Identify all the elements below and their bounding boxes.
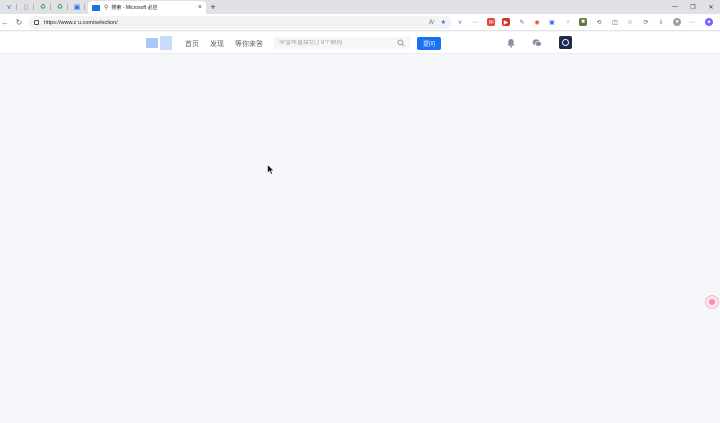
- split-screen-icon[interactable]: ◫: [611, 18, 619, 26]
- site-info-icon[interactable]: [34, 20, 39, 25]
- extension-puzzle-icon[interactable]: ⟲: [595, 18, 603, 26]
- read-aloud-icon[interactable]: A⁾: [429, 19, 434, 26]
- window-close-icon[interactable]: ✕: [703, 2, 719, 12]
- nav-discover[interactable]: 发现: [210, 39, 224, 49]
- profile-avatar-icon[interactable]: ●: [673, 18, 681, 26]
- search-icon[interactable]: [397, 39, 405, 47]
- pinned-tab-recycle-icon[interactable]: ♻: [36, 2, 51, 12]
- nav-waiting-answers[interactable]: 等你来答: [235, 39, 263, 49]
- active-browser-tab[interactable]: ⚲ 搜索 - Microsoft 必应 ×: [88, 1, 206, 14]
- pinned-tab-vpn-icon[interactable]: ⋎: [2, 2, 17, 12]
- extension-blue-icon[interactable]: ▣: [548, 18, 556, 26]
- site-logo[interactable]: [146, 36, 172, 50]
- history-icon[interactable]: ⟳: [642, 18, 650, 26]
- extension-chrome-icon[interactable]: ◉: [533, 18, 541, 26]
- favorite-star-icon[interactable]: ★: [441, 19, 446, 26]
- ask-question-button[interactable]: 提问: [417, 37, 441, 50]
- browser-tab-strip: ⋎ ▯ ♻ ♻ ▣ ⚲ 搜索 - Microsoft 必应 × + — ❐ ✕: [0, 0, 720, 14]
- address-bar[interactable]: https://www.z u.com/selection/ A⁾ ★: [28, 16, 452, 29]
- tab-search-icon: ⚲: [104, 5, 109, 11]
- nav-home[interactable]: 首页: [185, 39, 199, 49]
- pinned-tab-green-icon[interactable]: ♻: [53, 2, 68, 12]
- address-url[interactable]: https://www.z u.com/selection/: [44, 20, 423, 26]
- site-header: 首页 发现 等你来答 提问: [0, 32, 720, 54]
- browser-toolbar: ← ↻ https://www.z u.com/selection/ A⁾ ★ …: [0, 14, 720, 31]
- extensions-overflow-icon[interactable]: ⋯: [471, 18, 479, 26]
- back-arrow-icon[interactable]: ←: [0, 17, 10, 27]
- settings-menu-icon[interactable]: ⋯: [688, 18, 696, 26]
- extension-pen-icon[interactable]: ✎: [518, 18, 526, 26]
- main-content-area: [0, 55, 720, 423]
- extension-red-icon[interactable]: ✉: [487, 18, 495, 26]
- restore-icon[interactable]: ❐: [685, 2, 701, 12]
- tab-close-icon[interactable]: ×: [198, 4, 202, 11]
- mouse-cursor-icon: [267, 164, 275, 175]
- new-tab-button[interactable]: +: [208, 1, 218, 13]
- pinned-tab-calendar-icon[interactable]: ▣: [70, 2, 85, 12]
- avatar-moon-icon: [562, 39, 569, 46]
- tab-favicon-icon: [92, 4, 100, 11]
- refresh-icon[interactable]: ↻: [14, 17, 24, 27]
- minimize-icon[interactable]: —: [667, 2, 683, 12]
- extension-vpn-icon[interactable]: ⋎: [456, 18, 464, 26]
- user-avatar[interactable]: [559, 36, 572, 49]
- assistant-flower-icon: [709, 299, 715, 305]
- favorites-icon[interactable]: ☆: [626, 18, 634, 26]
- floating-assistant-button[interactable]: [705, 295, 719, 309]
- extension-green-icon[interactable]: ■: [579, 18, 587, 26]
- messages-icon[interactable]: [532, 38, 542, 48]
- extension-youtube-icon[interactable]: ▶: [502, 18, 510, 26]
- site-search-input[interactable]: [279, 40, 397, 46]
- active-tab-title: 搜索 - Microsoft 必应: [111, 5, 158, 11]
- site-search-box[interactable]: [274, 37, 410, 49]
- extension-lightning-icon[interactable]: ⚡: [564, 18, 572, 26]
- pinned-tab-doc-icon[interactable]: ▯: [19, 2, 34, 12]
- downloads-icon[interactable]: ⇩: [657, 18, 665, 26]
- notification-bell-icon[interactable]: [506, 38, 516, 48]
- copilot-icon[interactable]: ✦: [705, 18, 713, 26]
